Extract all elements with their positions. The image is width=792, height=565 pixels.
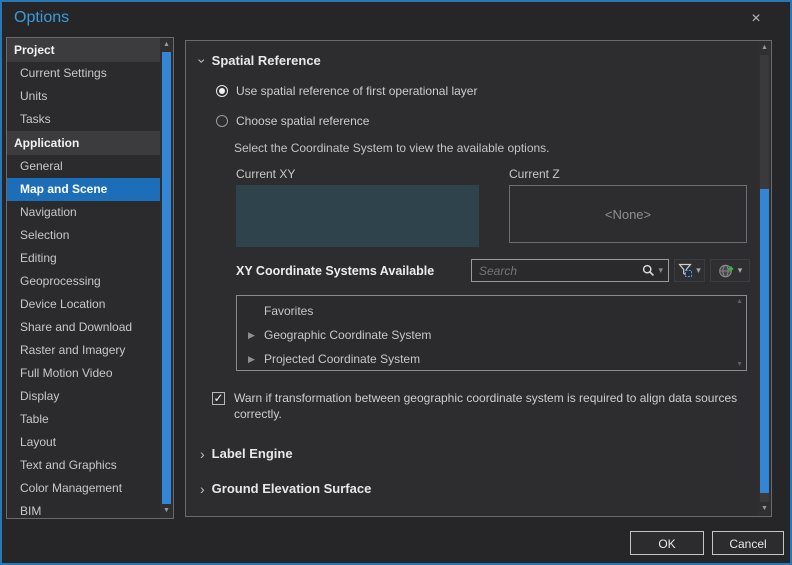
sidebar-item-color-management[interactable]: Color Management [7,477,160,500]
sidebar-item-editing[interactable]: Editing [7,247,160,270]
xy-available-label: XY Coordinate Systems Available [236,263,435,278]
current-z-value: <None> [604,206,652,222]
search-icon[interactable] [642,264,655,277]
radio-choose-spatial-reference[interactable]: Choose spatial reference [216,114,757,128]
section-ground-elevation-surface[interactable]: › Ground Elevation Surface [200,481,757,496]
options-panel: › Spatial Reference Use spatial referenc… [185,40,772,517]
current-z-label: Current Z [509,167,560,181]
radio-icon [216,115,228,127]
search-box: ▾ [471,259,669,282]
sidebar-item-share-and-download[interactable]: Share and Download [7,316,160,339]
sidebar-item-map-and-scene[interactable]: Map and Scene [7,178,160,201]
sidebar-item-device-location[interactable]: Device Location [7,293,160,316]
dialog-title: Options [14,9,70,26]
sidebar-item-navigation[interactable]: Navigation [7,201,160,224]
radio-use-first-operational-layer[interactable]: Use spatial reference of first operation… [216,84,757,98]
main-scrollbar[interactable]: ▲ ▼ [758,41,771,516]
sidebar-item-raster-and-imagery[interactable]: Raster and Imagery [7,339,160,362]
tree-item-favorites[interactable]: Favorites [237,299,746,323]
spatial-reference-globe-button[interactable]: ▾ [710,259,750,282]
filter-button[interactable]: ▾ [674,259,705,282]
tree-item-geographic-coordinate-system[interactable]: ▶ Geographic Coordinate System [237,323,746,347]
sidebar: Project Current Settings Units Tasks App… [6,37,174,519]
chevron-down-icon: ▾ [696,265,701,275]
coordinate-system-tree: ▲ Favorites ▶ Geographic Coordinate Syst… [236,295,747,371]
scroll-down-icon[interactable]: ▼ [736,361,743,368]
scroll-down-icon[interactable]: ▼ [160,504,173,518]
learn-more-link[interactable]: Learn more about map and scene options [200,515,757,516]
chevron-down-icon[interactable]: ▾ [658,265,663,276]
section-label-engine[interactable]: › Label Engine [200,446,757,461]
sidebar-item-selection[interactable]: Selection [7,224,160,247]
current-xy-box[interactable] [236,185,479,247]
globe-add-icon [718,264,733,277]
checkbox-check-icon: ✓ [213,391,224,405]
section-title: Spatial Reference [211,53,321,68]
sidebar-item-tasks[interactable]: Tasks [7,108,160,131]
sidebar-section-application: Application [7,131,160,155]
sidebar-list: Project Current Settings Units Tasks App… [7,38,160,518]
coordinate-system-hint: Select the Coordinate System to view the… [234,141,550,155]
chevron-down-icon: ▾ [737,265,743,275]
scroll-down-icon[interactable]: ▼ [758,502,771,516]
main-scroll-thumb[interactable] [760,189,769,494]
tree-expander-icon[interactable]: ▶ [248,330,264,341]
tree-item-label: Geographic Coordinate System [264,328,432,342]
sidebar-item-geoprocessing[interactable]: Geoprocessing [7,270,160,293]
sidebar-item-full-motion-video[interactable]: Full Motion Video [7,362,160,385]
sidebar-scrollbar[interactable]: ▲ ▼ [160,38,173,518]
scroll-up-icon[interactable]: ▲ [758,41,771,55]
filter-icon [678,263,693,277]
section-spatial-reference[interactable]: › Spatial Reference [194,53,757,68]
sidebar-item-units[interactable]: Units [7,85,160,108]
chevron-right-icon: › [200,480,205,497]
radio-icon [216,85,228,97]
chevron-down-icon: › [194,58,211,63]
sidebar-scroll-thumb[interactable] [162,52,171,504]
sidebar-item-general[interactable]: General [7,155,160,178]
main-scroll-track[interactable] [760,55,769,502]
section-title: Label Engine [211,446,293,462]
sidebar-item-table[interactable]: Table [7,408,160,431]
radio-label: Choose spatial reference [236,114,370,128]
tree-expander-icon[interactable]: ▶ [248,354,264,365]
tree-item-label: Projected Coordinate System [264,352,421,366]
options-dialog: Options × Project Current Settings Units… [0,0,792,565]
warn-transformation-label: Warn if transformation between geographi… [234,391,738,421]
options-panel-content: › Spatial Reference Use spatial referenc… [186,41,757,516]
chevron-right-icon: › [200,445,205,462]
titlebar: Options × [2,2,790,36]
sidebar-item-bim[interactable]: BIM [7,500,160,518]
sidebar-item-current-settings[interactable]: Current Settings [7,62,160,85]
sidebar-item-text-and-graphics[interactable]: Text and Graphics [7,454,160,477]
section-title: Ground Elevation Surface [211,481,372,497]
current-z-box[interactable]: <None> [509,185,747,243]
close-icon[interactable]: × [742,8,770,30]
search-input[interactable] [477,262,643,279]
scroll-up-icon[interactable]: ▲ [736,298,743,305]
tree-item-label: Favorites [264,304,314,318]
sidebar-item-layout[interactable]: Layout [7,431,160,454]
sidebar-section-project: Project [7,38,160,62]
sidebar-item-display[interactable]: Display [7,385,160,408]
current-xy-label: Current XY [236,167,296,181]
sidebar-scroll-track[interactable] [162,52,171,504]
checkbox-icon[interactable]: ✓ [212,392,225,405]
scroll-up-icon[interactable]: ▲ [160,38,173,52]
tree-item-projected-coordinate-system[interactable]: ▶ Projected Coordinate System [237,347,746,371]
radio-label: Use spatial reference of first operation… [236,84,478,98]
cancel-button[interactable]: Cancel [712,531,784,555]
warn-transformation-checkbox-row[interactable]: ✓ Warn if transformation between geograp… [212,391,757,422]
ok-button[interactable]: OK [630,531,704,555]
